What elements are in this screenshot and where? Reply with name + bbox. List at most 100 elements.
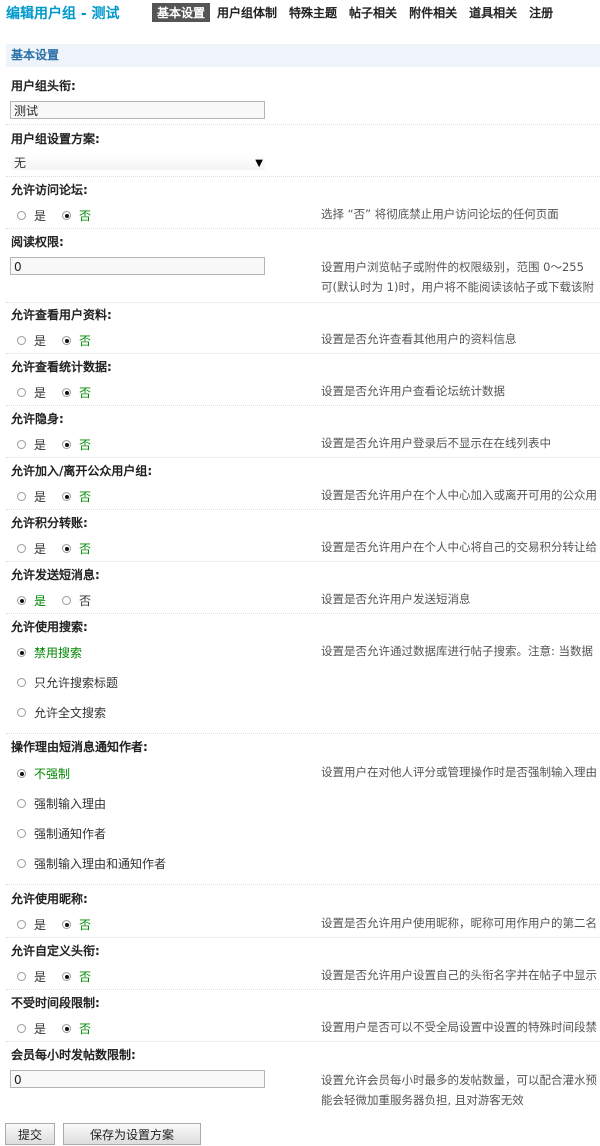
- scheme-select[interactable]: 无 ▼: [10, 154, 266, 171]
- radio-label: 否: [79, 490, 92, 504]
- divider: [6, 884, 600, 885]
- post-rate-input[interactable]: 0: [10, 1070, 265, 1088]
- pm-no-radio[interactable]: 否: [62, 592, 91, 609]
- pm-yes-radio[interactable]: 是: [17, 592, 46, 609]
- radio-checked-icon: [62, 440, 71, 449]
- period-description: 设置用户是否可以不受全局设置中设置的特殊时间段禁: [321, 1020, 597, 1034]
- divider: [6, 405, 600, 406]
- radio-label: 是: [34, 334, 47, 348]
- radio-checked-icon: [62, 336, 71, 345]
- nick-no-radio[interactable]: 否: [62, 916, 91, 933]
- invisible-label: 允许隐身:: [11, 412, 64, 426]
- radio-label: 是: [34, 1022, 47, 1036]
- profile-yes-radio[interactable]: 是: [17, 332, 46, 349]
- tab-special-topics[interactable]: 特殊主题: [284, 3, 342, 22]
- radio-icon: [17, 859, 26, 868]
- stats-no-radio[interactable]: 否: [62, 384, 91, 401]
- radio-label: 允许全文搜索: [34, 706, 107, 720]
- transfer-yes-radio[interactable]: 是: [17, 540, 46, 557]
- tab-attachments[interactable]: 附件相关: [404, 3, 462, 22]
- tab-posts[interactable]: 帖子相关: [344, 3, 402, 22]
- radio-label: 否: [79, 1022, 92, 1036]
- search-title-only-radio[interactable]: 只允许搜索标题: [17, 674, 118, 691]
- customtitle-no-radio[interactable]: 否: [62, 968, 91, 985]
- invisible-no-radio[interactable]: 否: [62, 436, 91, 453]
- period-no-radio[interactable]: 否: [62, 1020, 91, 1037]
- radio-label: 禁用搜索: [34, 646, 83, 660]
- pm-description: 设置是否允许用户发送短消息: [321, 592, 471, 606]
- radio-icon: [17, 829, 26, 838]
- transfer-no-radio[interactable]: 否: [62, 540, 91, 557]
- scheme-select-value: 无: [14, 156, 27, 170]
- radio-label: 否: [79, 209, 92, 223]
- search-disable-radio[interactable]: 禁用搜索: [17, 644, 82, 661]
- reason-label: 操作理由短消息通知作者:: [11, 740, 148, 754]
- search-description: 设置是否允许通过数据库进行帖子搜索。注意: 当数据: [321, 644, 594, 658]
- title-input[interactable]: 测试: [10, 101, 265, 119]
- radio-label: 只允许搜索标题: [34, 676, 119, 690]
- rate-label: 会员每小时发帖数限制:: [11, 1048, 136, 1062]
- radio-icon: [17, 492, 26, 501]
- radio-label: 强制输入理由和通知作者: [34, 857, 167, 871]
- search-fulltext-radio[interactable]: 允许全文搜索: [17, 704, 106, 721]
- radio-icon: [17, 920, 26, 929]
- radio-checked-icon: [17, 648, 26, 657]
- join-no-radio[interactable]: 否: [62, 488, 91, 505]
- period-yes-radio[interactable]: 是: [17, 1020, 46, 1037]
- tab-basic-settings[interactable]: 基本设置: [152, 3, 211, 22]
- nick-yes-radio[interactable]: 是: [17, 916, 46, 933]
- divider: [6, 937, 600, 938]
- divider: [6, 176, 600, 177]
- divider: [6, 457, 600, 458]
- radio-label: 是: [34, 209, 47, 223]
- tab-magic-items[interactable]: 道具相关: [464, 3, 522, 22]
- reason-none-radio[interactable]: 不强制: [17, 765, 70, 782]
- nick-description: 设置是否允许用户使用昵称，昵称可用作用户的第二名: [321, 916, 597, 930]
- radio-icon: [17, 678, 26, 687]
- radio-label: 是: [34, 438, 47, 452]
- divider: [6, 989, 600, 990]
- visit-yes-radio[interactable]: 是: [17, 207, 46, 224]
- transfer-label: 允许积分转账:: [11, 516, 88, 530]
- radio-label: 不强制: [34, 767, 71, 781]
- radio-checked-icon: [62, 920, 71, 929]
- rate-description-line2: 能会轻微加重服务器负担, 且对游客无效: [321, 1093, 524, 1107]
- reason-force-both-radio[interactable]: 强制输入理由和通知作者: [17, 855, 166, 872]
- radio-label: 否: [79, 594, 92, 608]
- profile-no-radio[interactable]: 否: [62, 332, 91, 349]
- pm-label: 允许发送短消息:: [11, 568, 100, 582]
- join-description: 设置是否允许用户在个人中心加入或离开可用的公众用: [321, 488, 597, 502]
- radio-icon: [17, 336, 26, 345]
- stats-yes-radio[interactable]: 是: [17, 384, 46, 401]
- radio-label: 否: [79, 918, 92, 932]
- transfer-description: 设置是否允许用户在个人中心将自己的交易积分转让给: [321, 540, 597, 554]
- divider: [6, 228, 600, 229]
- tab-bar: 基本设置 用户组体制 特殊主题 帖子相关 附件相关 道具相关 注册: [152, 3, 560, 22]
- divider: [6, 302, 600, 303]
- tab-usergroup-system[interactable]: 用户组体制: [212, 3, 282, 22]
- invisible-yes-radio[interactable]: 是: [17, 436, 46, 453]
- reason-force-notify-radio[interactable]: 强制通知作者: [17, 825, 106, 842]
- radio-icon: [17, 1024, 26, 1033]
- visit-description: 选择 “否” 将彻底禁止用户访问论坛的任何页面: [321, 207, 559, 221]
- join-label: 允许加入/离开公众用户组:: [11, 464, 153, 478]
- radio-checked-icon: [17, 769, 26, 778]
- read-permission-input[interactable]: 0: [10, 257, 265, 275]
- save-scheme-button[interactable]: 保存为设置方案: [63, 1123, 201, 1145]
- radio-label: 强制通知作者: [34, 827, 107, 841]
- tab-register[interactable]: 注册: [524, 3, 558, 22]
- page-title: 编辑用户组 - 测试: [6, 6, 120, 22]
- divider: [6, 353, 600, 354]
- submit-button[interactable]: 提交: [5, 1123, 55, 1145]
- radio-label: 是: [34, 594, 47, 608]
- radio-checked-icon: [62, 388, 71, 397]
- divider: [6, 1041, 600, 1042]
- reason-force-reason-radio[interactable]: 强制输入理由: [17, 795, 106, 812]
- visit-no-radio[interactable]: 否: [62, 207, 91, 224]
- radio-checked-icon: [62, 1024, 71, 1033]
- customtitle-yes-radio[interactable]: 是: [17, 968, 46, 985]
- radio-checked-icon: [62, 211, 71, 220]
- radio-checked-icon: [62, 544, 71, 553]
- profile-label: 允许查看用户资料:: [11, 308, 112, 322]
- join-yes-radio[interactable]: 是: [17, 488, 46, 505]
